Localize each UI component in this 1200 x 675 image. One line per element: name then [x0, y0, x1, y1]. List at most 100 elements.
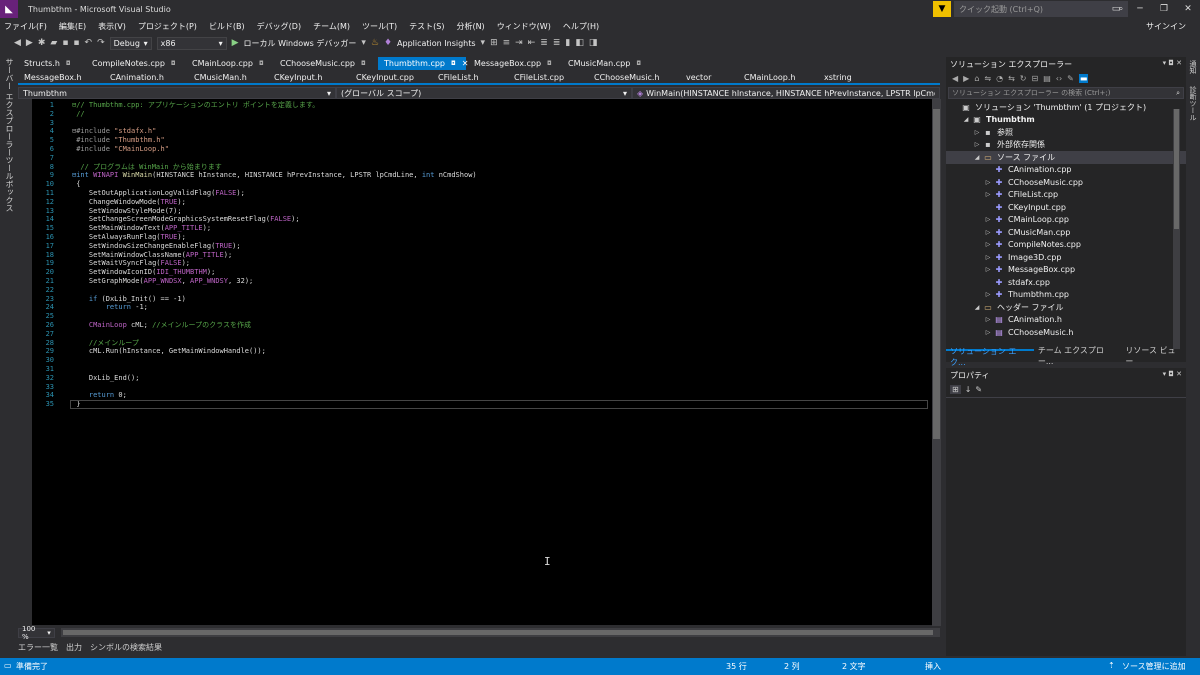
scroll-thumb[interactable]	[1174, 109, 1179, 229]
zoom-select[interactable]: 100 % ▾	[18, 625, 55, 641]
expand-arrow-icon[interactable]: ▷	[983, 316, 993, 323]
tree-item[interactable]: ◢ ▣ Thumbthm	[946, 114, 1186, 127]
outdent-icon[interactable]: ⇤	[528, 38, 536, 48]
notification-icon[interactable]: ▭	[1104, 0, 1128, 18]
doc-tab[interactable]: CMainLoop.h	[738, 71, 818, 84]
tree-item[interactable]: ▷ ✚ Image3D.cpp	[946, 251, 1186, 264]
forward-icon[interactable]: ▶	[963, 74, 969, 83]
code-line[interactable]: if (DxLib_Init() == -1)	[72, 295, 186, 304]
solution-explorer-tab[interactable]: ソリューション エク...	[946, 347, 1034, 367]
code-line[interactable]: SetWaitVSyncFlag(FALSE);	[72, 259, 190, 268]
code-line[interactable]: ⊟int WINAPI WinMain(HINSTANCE hInstance,…	[72, 171, 477, 180]
pin-icon[interactable]: ◘	[361, 60, 366, 67]
code-line[interactable]: DxLib_End();	[72, 374, 140, 383]
chevron-down-icon[interactable]: ▾	[1163, 59, 1167, 67]
search-icon[interactable]: ⌕	[1176, 89, 1180, 98]
doc-tab[interactable]: CMusicMan.h	[188, 71, 268, 84]
doc-tab[interactable]: CChooseMusic.cpp ◘	[274, 57, 376, 70]
preview-icon[interactable]: ▬	[1078, 73, 1089, 83]
flame-icon[interactable]: ♨	[371, 38, 379, 48]
find-symbol-results-tab[interactable]: シンボルの検索結果	[90, 642, 162, 653]
code-line[interactable]: ⊟#include "stdafx.h"	[72, 127, 156, 136]
show-all-files-icon[interactable]: ▤	[1043, 74, 1051, 83]
chevron-down-icon[interactable]: ▾	[1163, 370, 1167, 378]
platform-select[interactable]: x86 ▾	[156, 36, 227, 50]
code-line[interactable]: ⊟// Thumbthm.cpp: アプリケーションのエントリ ポイントを定義し…	[72, 101, 319, 110]
doc-tab[interactable]: CAnimation.h	[104, 71, 188, 84]
member-select[interactable]: ◈ WinMain(HINSTANCE hInstance, HINSTANCE …	[632, 87, 940, 99]
filter-icon[interactable]: ▼	[933, 1, 951, 17]
tree-item[interactable]: ▷ ✚ Thumbthm.cpp	[946, 289, 1186, 302]
doc-tab[interactable]: CChooseMusic.h	[588, 71, 680, 84]
expand-arrow-icon[interactable]: ▷	[983, 291, 993, 298]
menu-help[interactable]: ヘルプ(H)	[563, 21, 599, 32]
expand-arrow-icon[interactable]: ◢	[961, 116, 971, 123]
tree-item[interactable]: ▷ ▤ CAnimation.h	[946, 314, 1186, 327]
bookmark-next-icon[interactable]: ◨	[589, 38, 598, 48]
switch-view-icon[interactable]: ⇋	[984, 74, 991, 83]
scroll-thumb[interactable]	[62, 630, 933, 635]
project-select[interactable]: Thumbthm ▾	[18, 87, 336, 99]
pending-changes-icon[interactable]: ◔	[996, 74, 1003, 83]
source-control-add[interactable]: ソース管理に追加	[1122, 661, 1186, 672]
wrench-icon[interactable]: ✎	[975, 385, 982, 394]
menu-file[interactable]: ファイル(F)	[4, 21, 47, 32]
pin-icon[interactable]: ◘	[547, 60, 552, 67]
redo-icon[interactable]: ↷	[97, 38, 105, 48]
wrench-icon[interactable]: ✎	[1067, 74, 1074, 83]
menu-build[interactable]: ビルド(B)	[209, 21, 245, 32]
application-insights-button[interactable]: Application Insights	[397, 39, 476, 48]
source-control-icon[interactable]: ⇡	[1108, 661, 1115, 670]
bookmark-icon[interactable]: ▮	[565, 38, 570, 48]
expand-arrow-icon[interactable]: ▷	[972, 129, 982, 136]
menu-team[interactable]: チーム(M)	[313, 21, 350, 32]
code-line[interactable]: SetWindowStyleMode(7);	[72, 207, 182, 216]
tree-item[interactable]: ▷ ✚ CMusicMan.cpp	[946, 226, 1186, 239]
doc-tab[interactable]: CMusicMan.cpp ◘	[562, 57, 648, 70]
pin-icon[interactable]: ◘	[66, 60, 71, 67]
start-debugger-button[interactable]: ローカル Windows デバッガー	[244, 38, 357, 49]
chevron-down-icon[interactable]: ▾	[481, 38, 486, 48]
tree-item[interactable]: ▣ ソリューション 'Thumbthm' (1 プロジェクト)	[946, 101, 1186, 114]
menu-test[interactable]: テスト(S)	[409, 21, 444, 32]
home-icon[interactable]: ⌂	[974, 74, 979, 83]
editor-horizontal-scrollbar[interactable]	[60, 628, 940, 637]
sync-icon[interactable]: ⇆	[1008, 74, 1015, 83]
pin-icon[interactable]: ◘	[1168, 370, 1174, 378]
align-icon[interactable]: ≡	[503, 38, 511, 48]
code-line[interactable]: #include "Thumbthm.h"	[72, 136, 165, 145]
close-icon[interactable]: ✕	[1176, 0, 1200, 18]
doc-tab[interactable]: CFileList.h	[432, 71, 508, 84]
alphabetical-icon[interactable]: ↓	[965, 385, 972, 394]
back-icon[interactable]: ◀	[14, 38, 21, 48]
doc-tab[interactable]: MessageBox.h	[18, 71, 104, 84]
indent-icon[interactable]: ⇥	[515, 38, 523, 48]
expand-arrow-icon[interactable]: ▷	[983, 191, 993, 198]
menu-window[interactable]: ウィンドウ(W)	[497, 21, 551, 32]
tree-item[interactable]: ▷ ✚ CMainLoop.cpp	[946, 214, 1186, 227]
undo-icon[interactable]: ↶	[85, 38, 93, 48]
doc-tab[interactable]: MessageBox.cpp ◘	[468, 57, 560, 70]
new-project-icon[interactable]: ✱	[38, 38, 46, 48]
doc-tab[interactable]: CKeyInput.cpp	[350, 71, 432, 84]
code-line[interactable]: SetOutApplicationLogValidFlag(FALSE);	[72, 189, 245, 198]
expand-arrow-icon[interactable]: ▷	[983, 266, 993, 273]
signin-link[interactable]: サインイン	[1146, 21, 1186, 32]
tree-item[interactable]: ▷ ▪ 外部依存関係	[946, 139, 1186, 152]
code-line[interactable]: cML.Run(hInstance, GetMainWindowHandle()…	[72, 347, 266, 356]
tree-item[interactable]: ▷ ✚ CompileNotes.cpp	[946, 239, 1186, 252]
expand-arrow-icon[interactable]: ▷	[983, 179, 993, 186]
play-icon[interactable]: ▶	[232, 38, 239, 48]
minimize-icon[interactable]: ─	[1128, 0, 1152, 18]
open-icon[interactable]: ▰	[50, 38, 57, 48]
code-line[interactable]: //メインループ	[72, 339, 139, 348]
doc-tab[interactable]: xstring	[818, 71, 878, 84]
tree-item[interactable]: ▷ ✚ CFileList.cpp	[946, 189, 1186, 202]
doc-tab[interactable]: CMainLoop.cpp ◘	[186, 57, 272, 70]
forward-icon[interactable]: ▶	[26, 38, 33, 48]
tree-item[interactable]: ▷ ✚ CChooseMusic.cpp	[946, 176, 1186, 189]
tree-item[interactable]: ◢ ▭ ヘッダー ファイル	[946, 301, 1186, 314]
code-line[interactable]: SetMainWindowText(APP_TITLE);	[72, 224, 211, 233]
code-line[interactable]: SetChangeScreenModeGraphicsSystemResetFl…	[72, 215, 300, 224]
pin-icon[interactable]: ◘	[259, 60, 264, 67]
